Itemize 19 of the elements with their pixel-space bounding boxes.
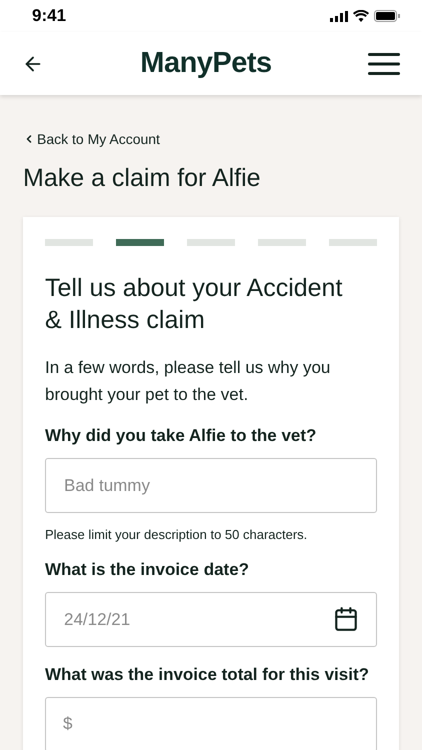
battery-icon bbox=[374, 10, 400, 22]
field-label: Why did you take Alfie to the vet? bbox=[45, 426, 318, 446]
menu-icon[interactable] bbox=[368, 52, 400, 76]
currency-prefix: $ bbox=[63, 714, 72, 734]
field-hint: Please limit your description to 50 characters. bbox=[45, 527, 308, 542]
wifi-icon bbox=[353, 10, 369, 22]
status-time: 9:41 bbox=[32, 6, 66, 26]
date-field[interactable]: 24/12/21 bbox=[45, 592, 377, 647]
amount-field[interactable] bbox=[45, 697, 377, 750]
signal-icon bbox=[330, 10, 348, 22]
input-field[interactable]: Bad tummy bbox=[45, 458, 377, 513]
card-heading: Tell us about your Accident & Illness claim bbox=[45, 273, 344, 336]
field-label: What is the invoice date? bbox=[45, 560, 250, 580]
calendar-icon[interactable] bbox=[333, 606, 359, 632]
back-link[interactable]: Back to My Account bbox=[23, 131, 160, 147]
logo: ManyPets bbox=[140, 47, 272, 80]
field-label: What was the invoice total for this visit? bbox=[45, 665, 370, 685]
page-title: Make a claim for Alfie bbox=[23, 164, 262, 193]
intro-text: In a few words, please tell us why you brought your pet to the vet. bbox=[45, 357, 332, 406]
